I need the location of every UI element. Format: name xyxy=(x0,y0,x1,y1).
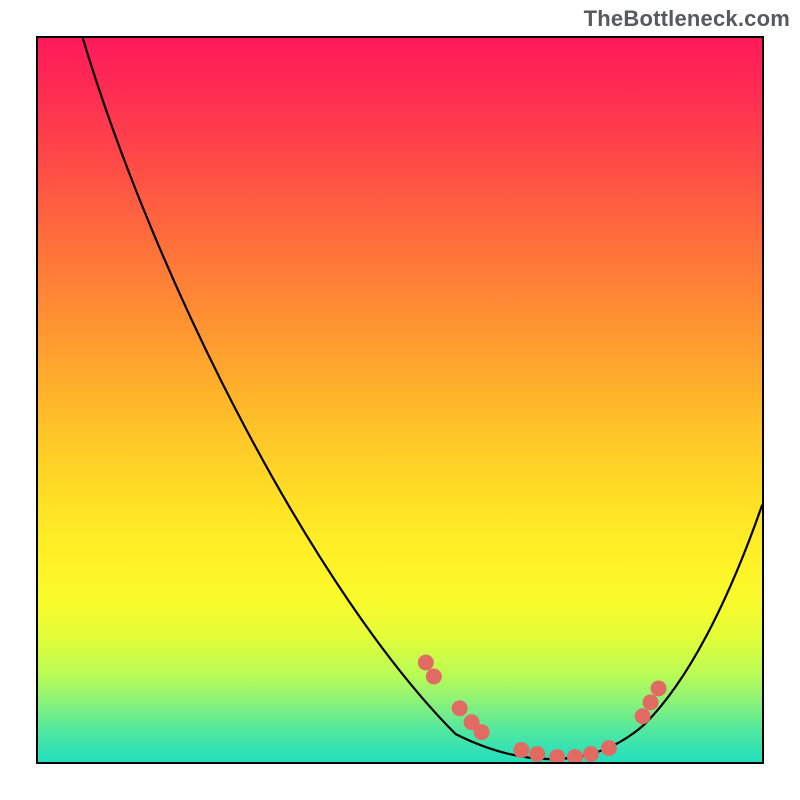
data-point xyxy=(513,742,529,758)
data-points-group xyxy=(418,655,667,762)
bottleneck-curve xyxy=(38,38,762,762)
data-point xyxy=(583,746,599,762)
curve-path xyxy=(83,38,762,759)
data-point xyxy=(418,655,434,671)
data-point xyxy=(529,746,545,762)
data-point xyxy=(452,700,468,716)
plot-area xyxy=(36,36,764,764)
data-point xyxy=(474,724,490,740)
data-point xyxy=(549,749,565,762)
data-point xyxy=(643,694,659,710)
data-point xyxy=(601,740,617,756)
data-point xyxy=(567,749,583,762)
data-point xyxy=(426,669,442,685)
chart-container: TheBottleneck.com xyxy=(0,0,800,800)
attribution-label: TheBottleneck.com xyxy=(584,6,790,32)
data-point xyxy=(651,680,667,696)
data-point xyxy=(635,708,651,724)
